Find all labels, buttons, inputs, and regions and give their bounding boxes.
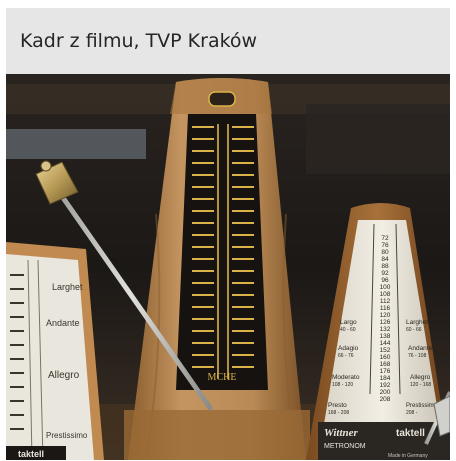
scale-num: 112 bbox=[380, 298, 391, 305]
scale-num: 120 bbox=[380, 312, 391, 319]
left-tempo-andante: Andante bbox=[46, 318, 80, 328]
scale-num: 92 bbox=[381, 270, 389, 277]
right-subtitle: METRONOM bbox=[324, 443, 366, 450]
tempo-largo: Largo bbox=[340, 319, 357, 326]
scale-num: 108 bbox=[380, 291, 391, 298]
tempo-larghet: Larghet bbox=[406, 319, 428, 326]
left-tempo-allegro: Allegro bbox=[48, 370, 80, 381]
tempo-allegro: Allegro bbox=[410, 374, 431, 381]
scale-num: 184 bbox=[380, 375, 391, 382]
tempo-range: 40 - 60 bbox=[340, 327, 356, 333]
scale-num: 88 bbox=[381, 263, 389, 270]
scale-num: 200 bbox=[380, 389, 391, 396]
metronomes-photo: Larghet Andante Allegro Prestissimo takt… bbox=[6, 74, 450, 460]
center-logo: MCHE bbox=[208, 372, 237, 383]
scale-num: 138 bbox=[380, 333, 391, 340]
right-country: Made in Germany bbox=[388, 453, 428, 459]
window-light bbox=[6, 129, 146, 159]
scale-num: 168 bbox=[380, 361, 391, 368]
scale-num: 208 bbox=[380, 396, 391, 403]
scale-num: 116 bbox=[380, 305, 391, 312]
tempo-range: 66 - 76 bbox=[338, 353, 354, 359]
tempo-adagio: Adagio bbox=[338, 345, 359, 352]
tempo-presto: Presto bbox=[328, 402, 347, 409]
scale-num: 96 bbox=[381, 277, 389, 284]
tempo-moderato: Moderato bbox=[332, 374, 360, 381]
scale-num: 160 bbox=[380, 354, 391, 361]
left-tempo-prestissimo: Prestissimo bbox=[46, 431, 88, 440]
scale-num: 176 bbox=[380, 368, 391, 375]
left-tempo-larghet: Larghet bbox=[52, 282, 83, 292]
scale-num: 80 bbox=[381, 249, 389, 256]
left-brand: taktell bbox=[18, 449, 44, 459]
tempo-range: 108 - 120 bbox=[332, 382, 353, 388]
tempo-prestissimo: Prestissimo bbox=[406, 403, 438, 409]
scale-num: 132 bbox=[380, 326, 391, 333]
tempo-range: 168 - 208 bbox=[328, 410, 349, 416]
tempo-range: 76 - 108 bbox=[408, 353, 427, 359]
scale-num: 84 bbox=[381, 256, 389, 263]
scale-num: 152 bbox=[380, 347, 391, 354]
center-scale-plate bbox=[176, 114, 268, 390]
tempo-range: 208 - bbox=[406, 410, 418, 416]
scale-num: 76 bbox=[381, 242, 389, 249]
center-top-ring bbox=[208, 91, 236, 107]
tempo-range: 60 - 66 bbox=[406, 327, 422, 333]
tempo-range: 120 - 168 bbox=[410, 382, 431, 388]
right-brand-wittner: Wittner bbox=[324, 427, 359, 439]
scale-num: 72 bbox=[381, 235, 389, 242]
scale-num: 192 bbox=[380, 382, 391, 389]
media-card: Kadr z filmu, TVP Kraków Larghet Andante… bbox=[6, 8, 450, 460]
scale-num: 144 bbox=[380, 340, 391, 347]
scale-num: 126 bbox=[380, 319, 391, 326]
photo-illustration: Larghet Andante Allegro Prestissimo takt… bbox=[6, 74, 450, 460]
caption-bar: Kadr z filmu, TVP Kraków bbox=[6, 8, 450, 74]
scale-num: 100 bbox=[380, 284, 391, 291]
caption-text: Kadr z filmu, TVP Kraków bbox=[20, 30, 258, 52]
right-brand-taktell: taktell bbox=[396, 428, 425, 439]
tempo-andante: Andante bbox=[408, 345, 433, 352]
